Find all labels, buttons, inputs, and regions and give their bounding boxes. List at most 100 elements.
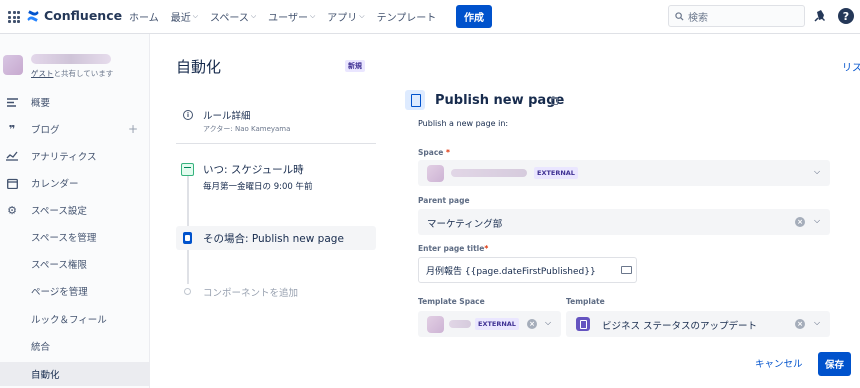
space-field-label: Space * bbox=[418, 148, 450, 157]
search-placeholder: 検索 bbox=[688, 12, 708, 24]
add-component-dot-icon bbox=[184, 288, 191, 295]
rule-details-title: ルール詳細 bbox=[203, 111, 251, 122]
cancel-button[interactable]: キャンセル bbox=[755, 356, 803, 370]
chevron-down-icon: ⌵ bbox=[814, 318, 821, 327]
guest-link[interactable]: ゲスト bbox=[31, 69, 54, 78]
sidebar-item-automation[interactable]: 自動化 bbox=[0, 362, 150, 386]
nav-templates-label: テンプレート bbox=[376, 13, 437, 24]
sidebar-item-space-permissions[interactable]: スペース権限 bbox=[0, 252, 150, 276]
nav-home-label: ホーム bbox=[129, 13, 159, 24]
add-blog-icon[interactable]: + bbox=[128, 122, 138, 136]
search-input[interactable]: 検索 bbox=[668, 5, 805, 27]
sidebar-item-calendar[interactable]: カレンダー bbox=[0, 171, 150, 195]
nav-templates[interactable]: テンプレート bbox=[377, 9, 437, 24]
template-field-label: Template bbox=[566, 297, 605, 306]
template-space-name-redacted bbox=[449, 320, 471, 328]
top-navigation: Confluence ホーム 最近 ⌵ スペース ⌵ ユーザー ⌵ アプリ ⌵ テンプレ… bbox=[0, 0, 860, 34]
parent-page-field-label: Parent page bbox=[418, 196, 470, 205]
clear-icon[interactable]: × bbox=[795, 217, 805, 227]
nav-apps[interactable]: アプリ ⌵ bbox=[327, 9, 364, 24]
quote-icon: ❞ bbox=[8, 122, 16, 136]
confluence-mark-icon bbox=[27, 9, 39, 22]
trigger-title[interactable]: いつ: スケジュール時 bbox=[203, 162, 304, 177]
parent-page-value: マーケティング部 bbox=[427, 219, 503, 230]
required-marker: * bbox=[484, 244, 489, 253]
calendar-icon bbox=[6, 177, 18, 189]
template-space-field-label: Template Space bbox=[418, 297, 485, 306]
sidebar-item-label: スペースを管理 bbox=[31, 233, 97, 244]
nav-home[interactable]: ホーム bbox=[129, 9, 159, 24]
page-title-label-text: Enter page title bbox=[418, 244, 485, 253]
chevron-down-icon: ⌵ bbox=[309, 12, 316, 20]
template-select[interactable]: ビジネス ステータスのアップデート × ⌵ bbox=[566, 311, 830, 337]
space-avatar bbox=[3, 55, 23, 75]
brand-name: Confluence bbox=[44, 8, 123, 23]
nav-apps-label: アプリ bbox=[327, 13, 358, 24]
schedule-trigger-icon bbox=[181, 163, 194, 176]
sidebar-item-manage-space[interactable]: スペースを管理 bbox=[0, 225, 150, 249]
action-item-publish-page[interactable]: その場合: Publish new page bbox=[176, 226, 376, 250]
space-avatar-redacted bbox=[427, 165, 444, 182]
external-badge: EXTERNAL bbox=[475, 318, 519, 330]
template-space-avatar-redacted bbox=[427, 316, 444, 333]
page-title-input[interactable]: 月例報告 {{page.dateFirstPublished}} bbox=[418, 257, 637, 283]
delete-icon[interactable] bbox=[551, 97, 558, 105]
nav-recent[interactable]: 最近 ⌵ bbox=[171, 9, 198, 24]
rule-actor: アクター: Nao Kameyama bbox=[203, 125, 291, 133]
rule-details-item[interactable]: i ルール詳細 アクター: Nao Kameyama bbox=[176, 104, 376, 144]
external-badge: EXTERNAL bbox=[534, 167, 578, 179]
sidebar-item-analytics[interactable]: アナリティクス bbox=[0, 144, 150, 168]
nav-users-label: ユーザー bbox=[268, 13, 308, 24]
space-share-status: ゲストと共有しています bbox=[31, 68, 113, 79]
sidebar-item-label: 自動化 bbox=[31, 370, 60, 381]
sidebar-item-label: スペース設定 bbox=[31, 206, 87, 217]
app-switcher-icon[interactable] bbox=[8, 11, 20, 23]
info-icon: i bbox=[183, 110, 193, 120]
sidebar-item-space-settings[interactable]: ⚙ スペース設定 bbox=[0, 198, 150, 222]
help-icon[interactable]: ? bbox=[838, 8, 854, 24]
add-component-link[interactable]: コンポーネントを追加 bbox=[203, 285, 298, 299]
required-marker: * bbox=[446, 148, 450, 157]
space-name-redacted bbox=[451, 169, 527, 177]
nav-spaces[interactable]: スペース ⌵ bbox=[210, 9, 256, 24]
rules-list-link[interactable]: リス bbox=[842, 59, 860, 74]
page-title-field-label: Enter page title* bbox=[418, 244, 488, 253]
create-button[interactable]: 作成 bbox=[456, 5, 492, 28]
new-badge: 新規 bbox=[345, 60, 365, 72]
sidebar-item-label: ブログ bbox=[31, 125, 60, 136]
sidebar-item-manage-pages[interactable]: ページを管理 bbox=[0, 279, 150, 303]
chevron-down-icon: ⌵ bbox=[814, 216, 821, 225]
sidebar-item-look-and-feel[interactable]: ルック＆フィール bbox=[0, 307, 150, 331]
sidebar-item-label: アナリティクス bbox=[31, 152, 97, 163]
page-title-value: 月例報告 {{page.dateFirstPublished}} bbox=[426, 267, 596, 277]
share-status-text: と共有しています bbox=[53, 69, 114, 78]
space-name-redacted bbox=[31, 54, 111, 64]
parent-page-select[interactable]: マーケティング部 × ⌵ bbox=[418, 209, 830, 235]
chevron-down-icon: ⌵ bbox=[359, 12, 365, 20]
sidebar-item-label: 統合 bbox=[31, 342, 51, 353]
template-value: ビジネス ステータスのアップデート bbox=[602, 321, 758, 332]
nav-spaces-label: スペース bbox=[210, 13, 249, 24]
trigger-schedule: 毎月第一金曜日の 9:00 午前 bbox=[203, 182, 313, 192]
chevron-down-icon: ⌵ bbox=[192, 12, 199, 20]
panel-subtitle: Publish a new page in: bbox=[418, 119, 509, 128]
space-sidebar: ゲストと共有しています 概要 ❞ ブログ + アナリティクス カレンダー ⚙ ス… bbox=[0, 34, 150, 388]
space-header[interactable]: ゲストと共有しています bbox=[0, 52, 150, 80]
publish-page-icon bbox=[405, 90, 425, 110]
sidebar-item-label: ページを管理 bbox=[31, 287, 88, 298]
clear-icon[interactable]: × bbox=[795, 319, 805, 329]
smart-value-icon[interactable] bbox=[621, 266, 632, 274]
notification-bell-icon[interactable] bbox=[813, 9, 827, 23]
template-space-select[interactable]: EXTERNAL × ⌵ bbox=[418, 311, 561, 337]
sidebar-item-blog[interactable]: ❞ ブログ + bbox=[0, 117, 150, 141]
sidebar-item-overview[interactable]: 概要 bbox=[0, 90, 150, 114]
clear-icon[interactable]: × bbox=[527, 319, 537, 329]
sidebar-item-integrations[interactable]: 統合 bbox=[0, 334, 150, 358]
nav-users[interactable]: ユーザー ⌵ bbox=[268, 9, 315, 24]
save-button[interactable]: 保存 bbox=[818, 352, 851, 376]
sidebar-item-label: ルック＆フィール bbox=[31, 315, 107, 326]
search-icon bbox=[675, 11, 684, 21]
page-icon bbox=[183, 232, 192, 244]
space-select[interactable]: EXTERNAL ⌵ bbox=[418, 160, 830, 186]
confluence-logo[interactable]: Confluence bbox=[26, 8, 122, 23]
